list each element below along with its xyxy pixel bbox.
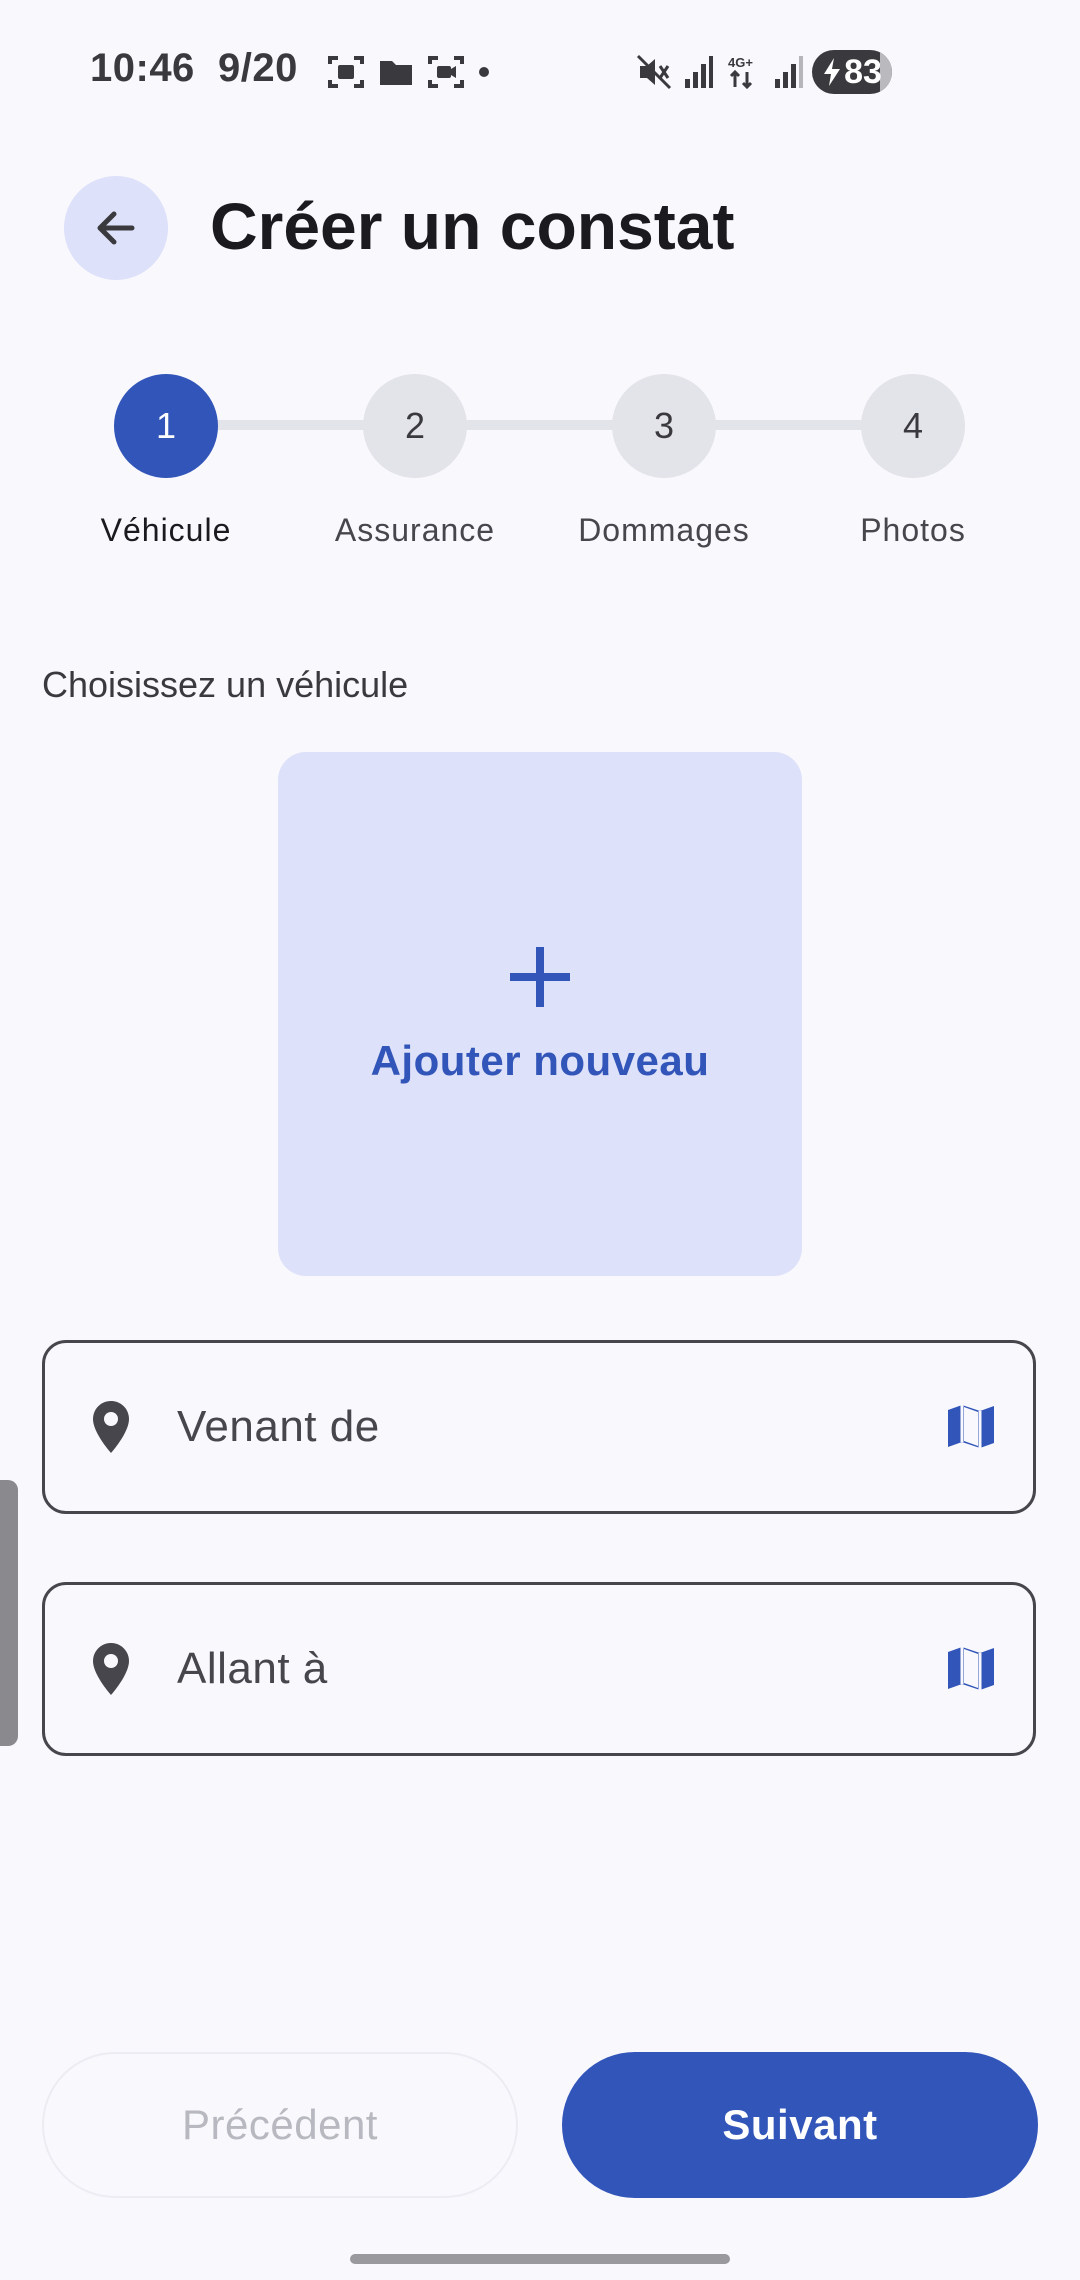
status-left-icons [328, 52, 490, 92]
stepper-track [166, 420, 944, 430]
to-location-field[interactable]: Allant à [42, 1582, 1036, 1756]
dot-icon [479, 67, 489, 77]
plus-icon [510, 947, 570, 1007]
step-1-circle[interactable]: 1 [114, 374, 218, 478]
step-4-label: Photos [860, 512, 966, 548]
arrow-back-icon [97, 211, 135, 245]
map-icon[interactable] [943, 1641, 999, 1697]
folder-icon [380, 61, 412, 85]
status-right-icons: 4G+ [636, 50, 804, 94]
previous-button[interactable]: Précédent [42, 2052, 518, 2198]
screenshot-icon [328, 56, 364, 88]
4g-signal-icon: 4G+ [728, 55, 753, 90]
step-3-label: Dommages [578, 512, 750, 548]
vehicle-section-label: Choisissez un véhicule [42, 664, 409, 705]
signal-icon [775, 56, 803, 88]
svg-text:4G+: 4G+ [728, 55, 753, 70]
status-time: 10:46 9/20 [90, 46, 298, 90]
step-3-circle[interactable]: 3 [612, 374, 716, 478]
mute-icon [636, 54, 672, 90]
location-pin-icon [87, 1639, 135, 1699]
screen-record-icon [428, 56, 464, 88]
add-vehicle-card[interactable]: Ajouter nouveau [278, 752, 802, 1276]
location-pin-icon [87, 1397, 135, 1457]
side-panel-handle[interactable] [0, 1480, 18, 1746]
next-button[interactable]: Suivant [562, 2052, 1038, 2198]
to-location-placeholder: Allant à [177, 1644, 328, 1693]
step-2-label: Assurance [334, 512, 496, 548]
step-2-circle[interactable]: 2 [363, 374, 467, 478]
battery-indicator: 83 [812, 50, 892, 94]
signal-icon [685, 56, 713, 88]
page-title: Créer un constat [210, 189, 735, 263]
step-1-label: Véhicule [100, 512, 232, 548]
status-date: 9/20 [218, 46, 298, 90]
add-vehicle-label: Ajouter nouveau [370, 1037, 710, 1084]
battery-level: 83 [844, 52, 882, 91]
back-button[interactable] [64, 176, 168, 280]
home-indicator[interactable] [350, 2254, 730, 2264]
from-location-field[interactable]: Venant de [42, 1340, 1036, 1514]
battery-charging-icon [824, 58, 841, 86]
step-4-circle[interactable]: 4 [861, 374, 965, 478]
from-location-placeholder: Venant de [177, 1402, 380, 1451]
map-icon[interactable] [943, 1399, 999, 1455]
